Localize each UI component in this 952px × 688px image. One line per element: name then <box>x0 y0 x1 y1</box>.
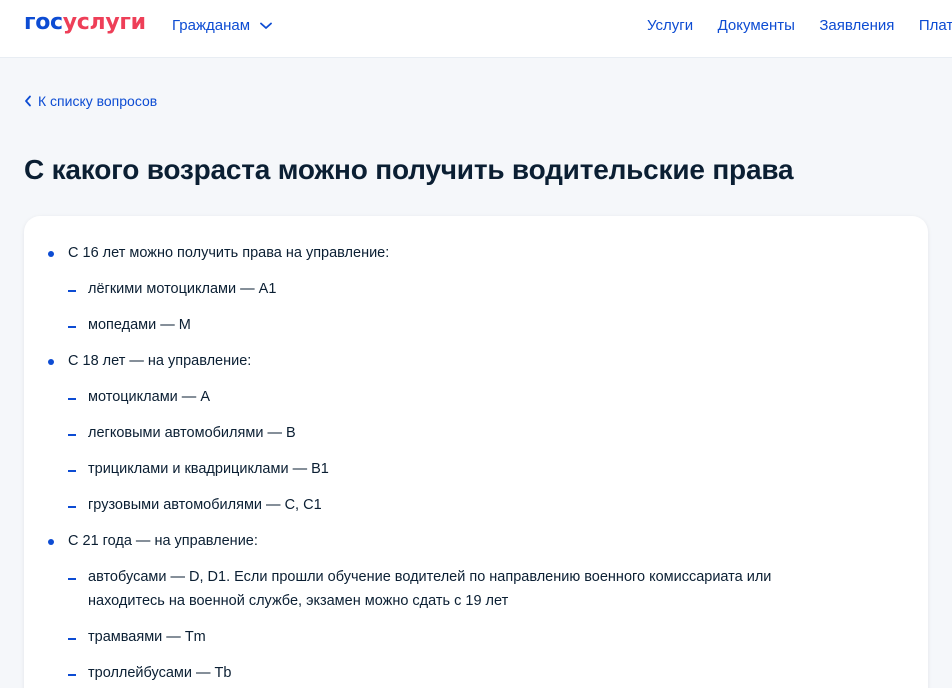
page-title: С какого возраста можно получить водител… <box>24 154 794 185</box>
list-bullet <box>48 539 54 545</box>
list-bullet <box>48 251 54 257</box>
back-link-label: К списку вопросов <box>38 93 158 109</box>
nav-link-documents[interactable]: Документы <box>718 17 795 34</box>
list-dash <box>68 398 76 400</box>
list-item: мопедами — М <box>88 317 191 333</box>
logo-part-gos: гос <box>24 10 63 35</box>
list-dash <box>68 674 76 676</box>
list-item: легковыми автомобилями — В <box>88 425 296 441</box>
nav-link-services[interactable]: Услуги <box>647 17 693 34</box>
list-item: лёгкими мотоциклами — А1 <box>88 281 277 297</box>
list-bullet <box>48 359 54 365</box>
chevron-left-icon <box>25 95 31 107</box>
list-dash <box>68 638 76 640</box>
list-dash <box>68 578 76 580</box>
list-item: трициклами и квадрициклами — В1 <box>88 461 329 477</box>
audience-label: Гражданам <box>172 17 251 34</box>
logo-part-uslugi: услуги <box>62 10 146 35</box>
list-dash <box>68 506 76 508</box>
list-dash <box>68 326 76 328</box>
nav-link-payments[interactable]: Платежи <box>919 17 952 34</box>
audience-dropdown[interactable]: Гражданам <box>172 17 272 34</box>
group-heading: С 18 лет — на управление: <box>68 353 252 369</box>
list-dash <box>68 470 76 472</box>
main-nav: Услуги Документы Заявления Платежи <box>647 17 952 35</box>
list-dash <box>68 290 76 292</box>
nav-link-applications[interactable]: Заявления <box>819 17 894 34</box>
chevron-down-icon <box>260 22 272 29</box>
list-dash <box>68 434 76 436</box>
list-item: автобусами — D, D1. Если прошли обучение… <box>88 569 772 609</box>
group-heading: С 16 лет можно получить права на управле… <box>68 245 390 261</box>
group-heading: С 21 года — на управление: <box>68 533 258 549</box>
list-item: трамваями — Tm <box>88 629 206 645</box>
site-header: госуслуги Гражданам Услуги Документы Зая… <box>0 0 952 58</box>
list-item: мотоциклами — А <box>88 389 210 405</box>
list-item: троллейбусами — Tb <box>88 665 232 681</box>
list-item: грузовыми автомобилями — С, С1 <box>88 497 322 513</box>
back-to-questions-link[interactable]: К списку вопросов <box>24 93 157 109</box>
gosuslugi-logo[interactable]: госуслуги <box>24 10 146 35</box>
